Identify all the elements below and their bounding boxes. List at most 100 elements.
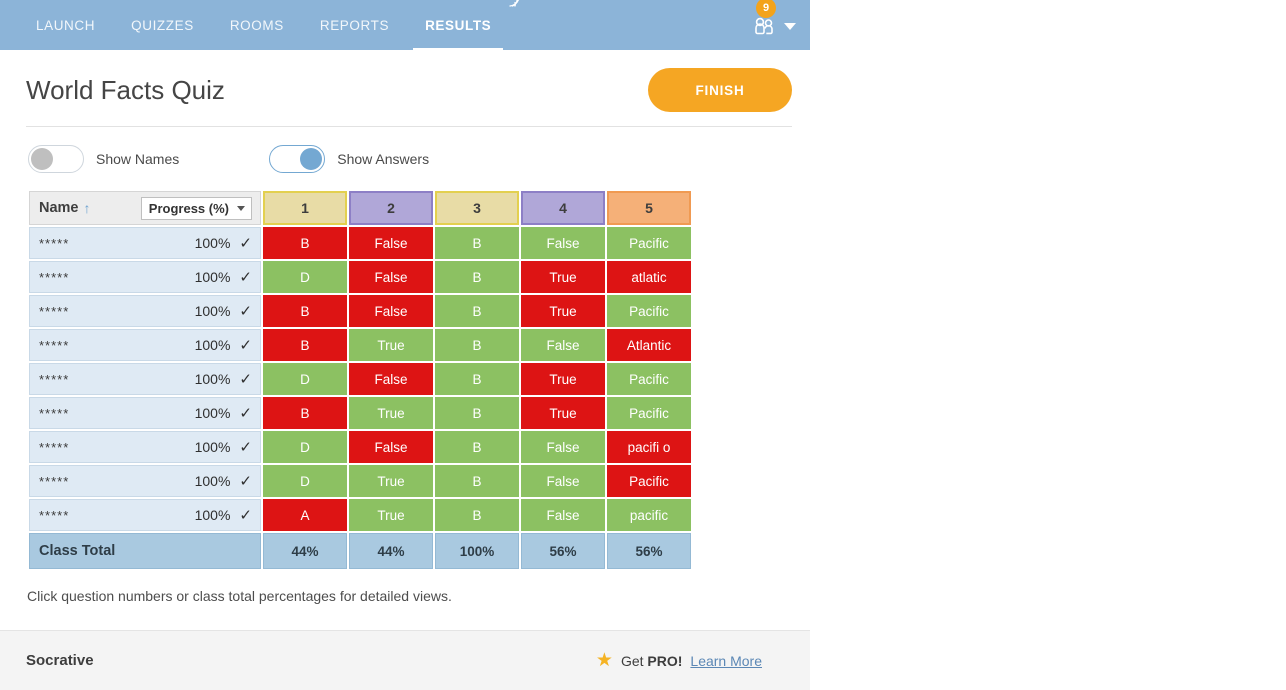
answer-cell[interactable]: A — [263, 499, 347, 531]
answer-value: D — [263, 261, 347, 293]
answer-cell[interactable]: True — [521, 363, 605, 395]
answer-cell[interactable]: B — [263, 329, 347, 361]
answer-cell[interactable]: False — [521, 329, 605, 361]
answer-value: D — [263, 431, 347, 463]
answer-value: B — [435, 431, 519, 463]
class-total-value: 56% — [521, 533, 605, 569]
finish-button[interactable]: FINISH — [648, 68, 792, 112]
nav-label: ROOMS — [230, 18, 284, 33]
class-total-cell[interactable]: 56% — [521, 533, 605, 569]
student-count-wrap[interactable]: 9 — [748, 14, 778, 36]
answer-cell[interactable]: Pacific — [607, 465, 691, 497]
answer-cell[interactable]: False — [349, 295, 433, 327]
answer-value: D — [263, 363, 347, 395]
answer-cell[interactable]: B — [435, 329, 519, 361]
show-names-label: Show Names — [96, 151, 179, 167]
question-header-5[interactable]: 5 — [607, 191, 691, 225]
class-total-cell[interactable]: 100% — [435, 533, 519, 569]
answer-cell[interactable]: B — [435, 397, 519, 429]
answer-cell[interactable]: D — [263, 261, 347, 293]
progress-select[interactable]: Progress (%) — [141, 197, 252, 220]
student-name-cell[interactable]: *****100%✓ — [29, 295, 261, 327]
answer-cell[interactable]: True — [349, 329, 433, 361]
answer-cell[interactable]: B — [435, 465, 519, 497]
question-header-2[interactable]: 2 — [349, 191, 433, 225]
nav-item-reports[interactable]: REPORTS — [302, 0, 407, 50]
answer-cell[interactable]: True — [349, 397, 433, 429]
answer-cell[interactable]: D — [263, 465, 347, 497]
student-name-cell[interactable]: *****100%✓ — [29, 261, 261, 293]
class-total-cell[interactable]: 44% — [349, 533, 433, 569]
answer-cell[interactable]: True — [349, 465, 433, 497]
answer-cell[interactable]: False — [521, 431, 605, 463]
answer-cell[interactable]: False — [349, 431, 433, 463]
answer-cell[interactable]: B — [435, 363, 519, 395]
answer-cell[interactable]: Pacific — [607, 363, 691, 395]
question-header-4[interactable]: 4 — [521, 191, 605, 225]
answer-cell[interactable]: False — [349, 227, 433, 259]
table-row: *****100%✓BTrueBTruePacific — [29, 397, 691, 429]
question-header-1[interactable]: 1 — [263, 191, 347, 225]
answer-cell[interactable]: True — [521, 261, 605, 293]
answer-value: True — [521, 363, 605, 395]
student-name-cell[interactable]: *****100%✓ — [29, 397, 261, 429]
answer-cell[interactable]: False — [521, 227, 605, 259]
table-hint: Click question numbers or class total pe… — [0, 571, 810, 604]
question-header-3[interactable]: 3 — [435, 191, 519, 225]
answer-cell[interactable]: False — [521, 465, 605, 497]
answer-cell[interactable]: D — [263, 363, 347, 395]
answer-cell[interactable]: B — [435, 499, 519, 531]
progress-value: 100% — [195, 371, 231, 387]
masked-student-name: ***** — [39, 304, 69, 319]
sort-ascending-icon[interactable]: ↑ — [84, 200, 91, 216]
question-header-label: 3 — [435, 191, 519, 225]
show-names-toggle[interactable] — [28, 145, 84, 173]
answer-cell[interactable]: pacifi o — [607, 431, 691, 463]
chevron-down-icon[interactable] — [784, 23, 796, 30]
student-name-cell[interactable]: *****100%✓ — [29, 363, 261, 395]
nav-item-results[interactable]: RESULTS — [407, 0, 509, 50]
nav-item-launch[interactable]: LAUNCH — [18, 0, 113, 50]
show-answers-toggle[interactable] — [269, 145, 325, 173]
answer-cell[interactable]: False — [349, 261, 433, 293]
answer-value: B — [263, 227, 347, 259]
answer-cell[interactable]: B — [435, 295, 519, 327]
class-total-cell[interactable]: 56% — [607, 533, 691, 569]
student-name-cell[interactable]: *****100%✓ — [29, 499, 261, 531]
student-name-cell[interactable]: *****100%✓ — [29, 329, 261, 361]
learn-more-link[interactable]: Learn More — [690, 653, 762, 669]
answer-cell[interactable]: pacific — [607, 499, 691, 531]
student-name-cell[interactable]: *****100%✓ — [29, 431, 261, 463]
answer-cell[interactable]: False — [521, 499, 605, 531]
show-names-group: Show Names — [28, 145, 179, 173]
answer-cell[interactable]: False — [349, 363, 433, 395]
answer-cell[interactable]: B — [263, 397, 347, 429]
answer-cell[interactable]: Pacific — [607, 295, 691, 327]
answer-cell[interactable]: D — [263, 431, 347, 463]
table-row: *****100%✓ATrueBFalsepacific — [29, 499, 691, 531]
name-header-label: Name — [39, 200, 79, 216]
answer-value: pacific — [607, 499, 691, 531]
answer-cell[interactable]: B — [435, 261, 519, 293]
class-total-cell[interactable]: 44% — [263, 533, 347, 569]
answer-cell[interactable]: Pacific — [607, 397, 691, 429]
student-name-cell[interactable]: *****100%✓ — [29, 227, 261, 259]
answer-value: False — [521, 431, 605, 463]
nav-item-rooms[interactable]: ROOMS — [212, 0, 302, 50]
answer-cell[interactable]: True — [349, 499, 433, 531]
answer-cell[interactable]: atlatic — [607, 261, 691, 293]
answer-value: False — [349, 227, 433, 259]
answer-cell[interactable]: B — [263, 227, 347, 259]
answer-value: True — [521, 261, 605, 293]
nav-item-quizzes[interactable]: QUIZZES — [113, 0, 212, 50]
answer-value: atlatic — [607, 261, 691, 293]
answer-value: A — [263, 499, 347, 531]
answer-cell[interactable]: Pacific — [607, 227, 691, 259]
answer-cell[interactable]: Atlantic — [607, 329, 691, 361]
answer-cell[interactable]: B — [435, 227, 519, 259]
answer-cell[interactable]: B — [435, 431, 519, 463]
answer-cell[interactable]: True — [521, 295, 605, 327]
answer-cell[interactable]: B — [263, 295, 347, 327]
answer-cell[interactable]: True — [521, 397, 605, 429]
student-name-cell[interactable]: *****100%✓ — [29, 465, 261, 497]
